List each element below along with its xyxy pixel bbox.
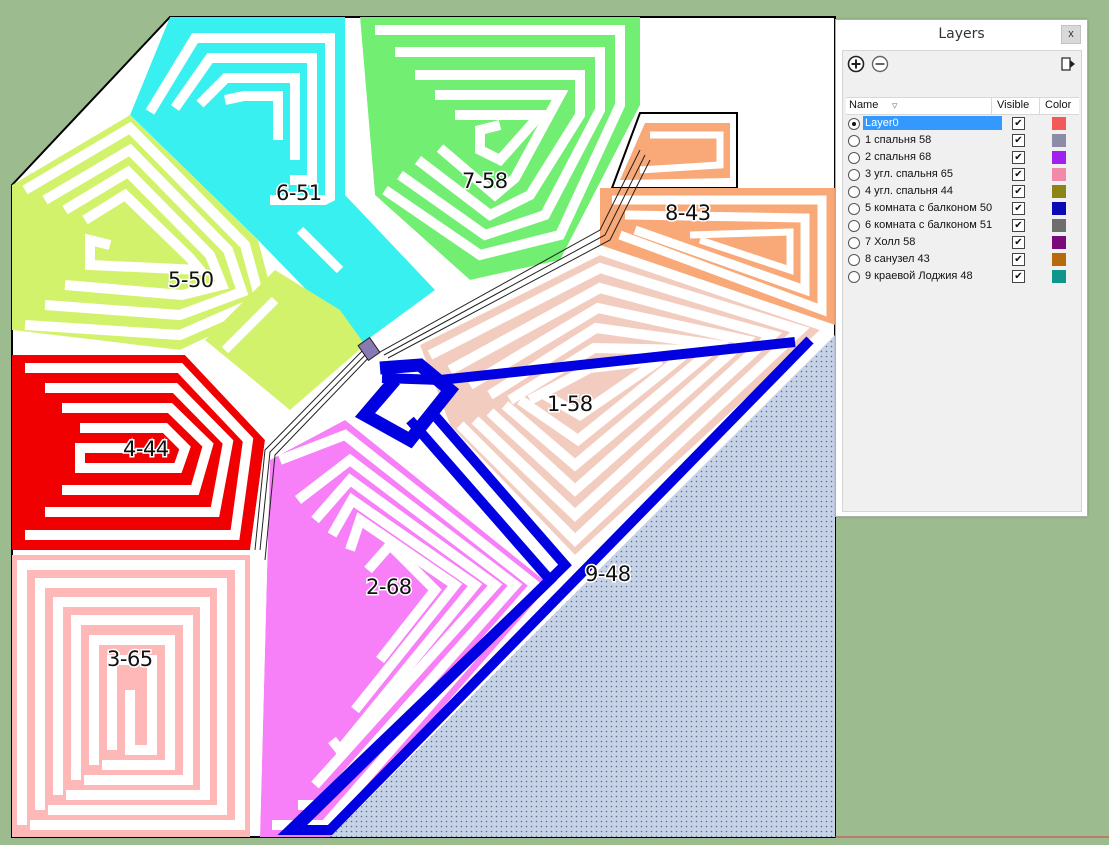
layer-name[interactable]: 7 Холл 58 bbox=[863, 235, 1002, 249]
layer-color-swatch[interactable] bbox=[1052, 151, 1066, 164]
room-label-4: 4-44 bbox=[123, 437, 169, 461]
layer-row[interactable]: 5 комната с балконом 50 ✔ bbox=[846, 200, 1079, 217]
layer-color-swatch[interactable] bbox=[1052, 185, 1066, 198]
layer-visible-checkbox[interactable]: ✔ bbox=[1012, 236, 1025, 249]
layer-color-swatch[interactable] bbox=[1052, 219, 1066, 232]
layers-list: Layer0 ✔ 1 спальня 58 ✔ 2 спальня 68 ✔ 3 угл. … bbox=[846, 115, 1079, 285]
layer-visible-checkbox[interactable]: ✔ bbox=[1012, 117, 1025, 130]
layer-visible-checkbox[interactable]: ✔ bbox=[1012, 185, 1025, 198]
layer-row[interactable]: 6 комната с балконом 51 ✔ bbox=[846, 217, 1079, 234]
layer-row[interactable]: 7 Холл 58 ✔ bbox=[846, 234, 1079, 251]
layer-color-swatch[interactable] bbox=[1052, 236, 1066, 249]
layer-name[interactable]: 3 угл. спальня 65 bbox=[863, 167, 1002, 181]
layer-visible-checkbox[interactable]: ✔ bbox=[1012, 253, 1025, 266]
room-label-7: 7-58 bbox=[462, 169, 508, 193]
active-layer-radio[interactable] bbox=[848, 254, 860, 266]
layer-color-swatch[interactable] bbox=[1052, 134, 1066, 147]
layer-visible-checkbox[interactable]: ✔ bbox=[1012, 270, 1025, 283]
layer-row[interactable]: 3 угл. спальня 65 ✔ bbox=[846, 166, 1079, 183]
layer-color-swatch[interactable] bbox=[1052, 117, 1066, 130]
layer-name[interactable]: Layer0 bbox=[863, 116, 1002, 130]
room-label-3: 3-65 bbox=[107, 647, 153, 671]
layer-row[interactable]: Layer0 ✔ bbox=[846, 115, 1079, 132]
active-layer-radio[interactable] bbox=[848, 203, 860, 215]
column-header-name[interactable]: Name bbox=[849, 99, 878, 111]
active-layer-radio[interactable] bbox=[848, 152, 860, 164]
layer-name[interactable]: 5 комната с балконом 50 bbox=[863, 201, 1002, 215]
layer-name[interactable]: 2 спальня 68 bbox=[863, 150, 1002, 164]
layer-color-swatch[interactable] bbox=[1052, 168, 1066, 181]
layer-row[interactable]: 9 краевой Лоджия 48 ✔ bbox=[846, 268, 1079, 285]
heating-loop-3 bbox=[12, 555, 250, 837]
active-layer-radio[interactable] bbox=[848, 118, 860, 130]
column-header-color[interactable]: Color bbox=[1045, 99, 1071, 111]
active-layer-radio[interactable] bbox=[848, 186, 860, 198]
layer-name[interactable]: 1 спальня 58 bbox=[863, 133, 1002, 147]
delete-layer-icon[interactable] bbox=[871, 55, 889, 73]
details-menu-icon[interactable] bbox=[1059, 55, 1077, 73]
layer-visible-checkbox[interactable]: ✔ bbox=[1012, 151, 1025, 164]
layer-visible-checkbox[interactable]: ✔ bbox=[1012, 134, 1025, 147]
layer-name[interactable]: 8 санузел 43 bbox=[863, 252, 1002, 266]
column-header-visible[interactable]: Visible bbox=[997, 99, 1029, 111]
layer-name[interactable]: 9 краевой Лоджия 48 bbox=[863, 269, 1002, 283]
room-label-1: 1-58 bbox=[547, 392, 593, 416]
layer-row[interactable]: 1 спальня 58 ✔ bbox=[846, 132, 1079, 149]
layer-visible-checkbox[interactable]: ✔ bbox=[1012, 202, 1025, 215]
layer-visible-checkbox[interactable]: ✔ bbox=[1012, 219, 1025, 232]
layers-panel: Layers x Name ▿ Visible Color Layer0 ✔ 1 с… bbox=[835, 19, 1088, 517]
layers-panel-title: Layers bbox=[938, 26, 985, 42]
room-label-8: 8-43 bbox=[665, 201, 711, 225]
layer-row[interactable]: 8 санузел 43 ✔ bbox=[846, 251, 1079, 268]
room-label-5: 5-50 bbox=[168, 268, 214, 292]
layer-color-swatch[interactable] bbox=[1052, 202, 1066, 215]
layer-row[interactable]: 2 спальня 68 ✔ bbox=[846, 149, 1079, 166]
active-layer-radio[interactable] bbox=[848, 237, 860, 249]
layers-table-header: Name ▿ Visible Color bbox=[846, 97, 1079, 115]
layer-row[interactable]: 4 угл. спальня 44 ✔ bbox=[846, 183, 1079, 200]
layer-visible-checkbox[interactable]: ✔ bbox=[1012, 168, 1025, 181]
sort-arrow-icon: ▿ bbox=[892, 100, 898, 112]
layer-color-swatch[interactable] bbox=[1052, 270, 1066, 283]
layers-panel-body: Name ▿ Visible Color Layer0 ✔ 1 спальня 58… bbox=[842, 50, 1082, 512]
active-layer-radio[interactable] bbox=[848, 169, 860, 181]
active-layer-radio[interactable] bbox=[848, 135, 860, 147]
close-button[interactable]: x bbox=[1061, 25, 1081, 44]
active-layer-radio[interactable] bbox=[848, 220, 860, 232]
layer-name[interactable]: 6 комната с балконом 51 bbox=[863, 218, 1002, 232]
add-layer-icon[interactable] bbox=[847, 55, 865, 73]
active-layer-radio[interactable] bbox=[848, 271, 860, 283]
room-label-2: 2-68 bbox=[366, 575, 412, 599]
layer-color-swatch[interactable] bbox=[1052, 253, 1066, 266]
room-label-9: 9-48 bbox=[585, 562, 631, 586]
room-label-6: 6-51 bbox=[276, 181, 322, 205]
layer-name[interactable]: 4 угл. спальня 44 bbox=[863, 184, 1002, 198]
